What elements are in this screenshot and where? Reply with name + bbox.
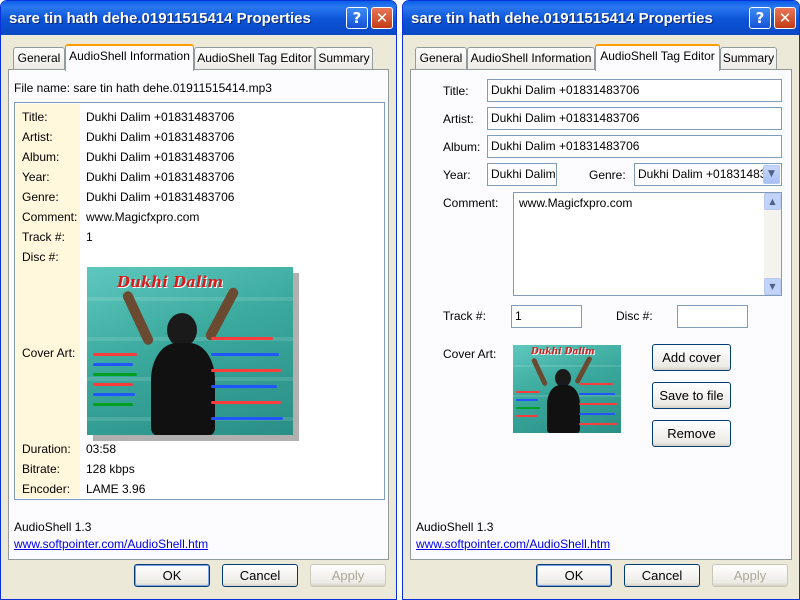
tab-audioshell-information[interactable]: AudioShell Information <box>65 44 194 71</box>
properties-window-info-tab: sare tin hath dehe.01911515414 Propertie… <box>0 0 397 600</box>
version-text: AudioShell 1.3 <box>14 520 92 534</box>
tab-summary[interactable]: Summary <box>720 47 777 69</box>
album-field[interactable]: Dukhi Dalim +01831483706 <box>487 135 782 158</box>
row-label: Duration: <box>22 442 71 456</box>
comment-scrollbar[interactable]: ▲ ▼ <box>764 193 781 295</box>
properties-window-tag-editor-tab: sare tin hath dehe.01911515414 Propertie… <box>402 0 800 600</box>
row-label: Track #: <box>22 230 65 244</box>
row-value: Dukhi Dalim +01831483706 <box>86 150 235 164</box>
cancel-button[interactable]: Cancel <box>222 564 298 587</box>
comment-label: Comment: <box>443 196 499 210</box>
window-title: sare tin hath dehe.01911515414 Propertie… <box>1 1 396 35</box>
cover-title: Dukhi Dalim <box>117 273 224 291</box>
artist-label: Artist: <box>443 112 474 126</box>
cover-title: Dukhi Dalim <box>531 347 595 357</box>
scroll-down-icon[interactable]: ▼ <box>764 278 781 295</box>
title-label: Title: <box>443 84 469 98</box>
row-value: Dukhi Dalim +01831483706 <box>86 190 235 204</box>
row-label: Title: <box>22 110 48 124</box>
cover-art-label: Cover Art: <box>22 346 76 360</box>
genre-value: Dukhi Dalim +01831483 <box>638 167 767 181</box>
tab-general[interactable]: General <box>415 47 467 69</box>
help-button[interactable]: ? <box>346 7 368 29</box>
genre-label: Genre: <box>589 168 626 182</box>
tab-general[interactable]: General <box>13 47 65 69</box>
apply-button[interactable]: Apply <box>712 564 788 587</box>
ok-button[interactable]: OK <box>134 564 210 587</box>
softpointer-link[interactable]: www.softpointer.com/AudioShell.htm <box>14 537 208 551</box>
close-button[interactable]: ✕ <box>371 7 393 29</box>
row-label: Disc #: <box>22 250 59 264</box>
year-label: Year: <box>443 168 471 182</box>
row-value: 1 <box>86 230 93 244</box>
disc-field[interactable] <box>677 305 748 328</box>
row-label: Comment: <box>22 210 78 224</box>
row-value: Dukhi Dalim +01831483706 <box>86 170 235 184</box>
row-label: Bitrate: <box>22 462 61 476</box>
row-label: Year: <box>22 170 50 184</box>
comment-text: www.Magicfxpro.com <box>519 196 633 210</box>
album-label: Album: <box>443 140 481 154</box>
row-label: Genre: <box>22 190 59 204</box>
tab-audioshell-tag-editor[interactable]: AudioShell Tag Editor <box>595 44 720 71</box>
save-to-file-button[interactable]: Save to file <box>652 382 731 409</box>
softpointer-link[interactable]: www.softpointer.com/AudioShell.htm <box>416 537 610 551</box>
apply-button[interactable]: Apply <box>310 564 386 587</box>
row-value: Dukhi Dalim +01831483706 <box>86 110 235 124</box>
row-value: Dukhi Dalim +01831483706 <box>86 130 235 144</box>
cover-art-label: Cover Art: <box>443 347 497 361</box>
row-value: 03:58 <box>86 442 117 456</box>
version-text: AudioShell 1.3 <box>416 520 494 534</box>
track-field[interactable]: 1 <box>511 305 582 328</box>
artist-field[interactable]: Dukhi Dalim +01831483706 <box>487 107 782 130</box>
ok-button[interactable]: OK <box>536 564 612 587</box>
chevron-down-icon[interactable]: ▼ <box>763 165 780 184</box>
help-button[interactable]: ? <box>749 7 771 29</box>
row-label: Album: <box>22 150 60 164</box>
genre-select[interactable]: Dukhi Dalim +01831483 ▼ <box>634 163 782 186</box>
comment-textarea[interactable]: www.Magicfxpro.com ▲ ▼ <box>513 192 782 296</box>
tab-audioshell-information[interactable]: AudioShell Information <box>467 47 595 69</box>
disc-label: Disc #: <box>616 309 653 323</box>
row-label: Artist: <box>22 130 53 144</box>
track-label: Track #: <box>443 309 486 323</box>
row-value: www.Magicfxpro.com <box>86 210 200 224</box>
cancel-button[interactable]: Cancel <box>624 564 700 587</box>
row-label: Encoder: <box>22 482 71 496</box>
cover-art-image: Dukhi Dalim <box>87 267 293 435</box>
row-value: 128 kbps <box>86 462 135 476</box>
row-value: LAME 3.96 <box>86 482 146 496</box>
year-field[interactable]: Dukhi Dalim - <box>487 163 557 186</box>
add-cover-button[interactable]: Add cover <box>652 344 731 371</box>
scroll-up-icon[interactable]: ▲ <box>764 193 781 210</box>
title-field[interactable]: Dukhi Dalim +01831483706 <box>487 79 782 102</box>
cover-art-thumbnail: Dukhi Dalim <box>513 345 621 433</box>
window-title: sare tin hath dehe.01911515414 Propertie… <box>403 1 799 35</box>
close-button[interactable]: ✕ <box>774 7 796 29</box>
remove-cover-button[interactable]: Remove <box>652 420 731 447</box>
tab-summary[interactable]: Summary <box>315 47 373 69</box>
tab-audioshell-tag-editor[interactable]: AudioShell Tag Editor <box>194 47 315 69</box>
file-name-label: File name: sare tin hath dehe.0191151541… <box>14 81 272 95</box>
